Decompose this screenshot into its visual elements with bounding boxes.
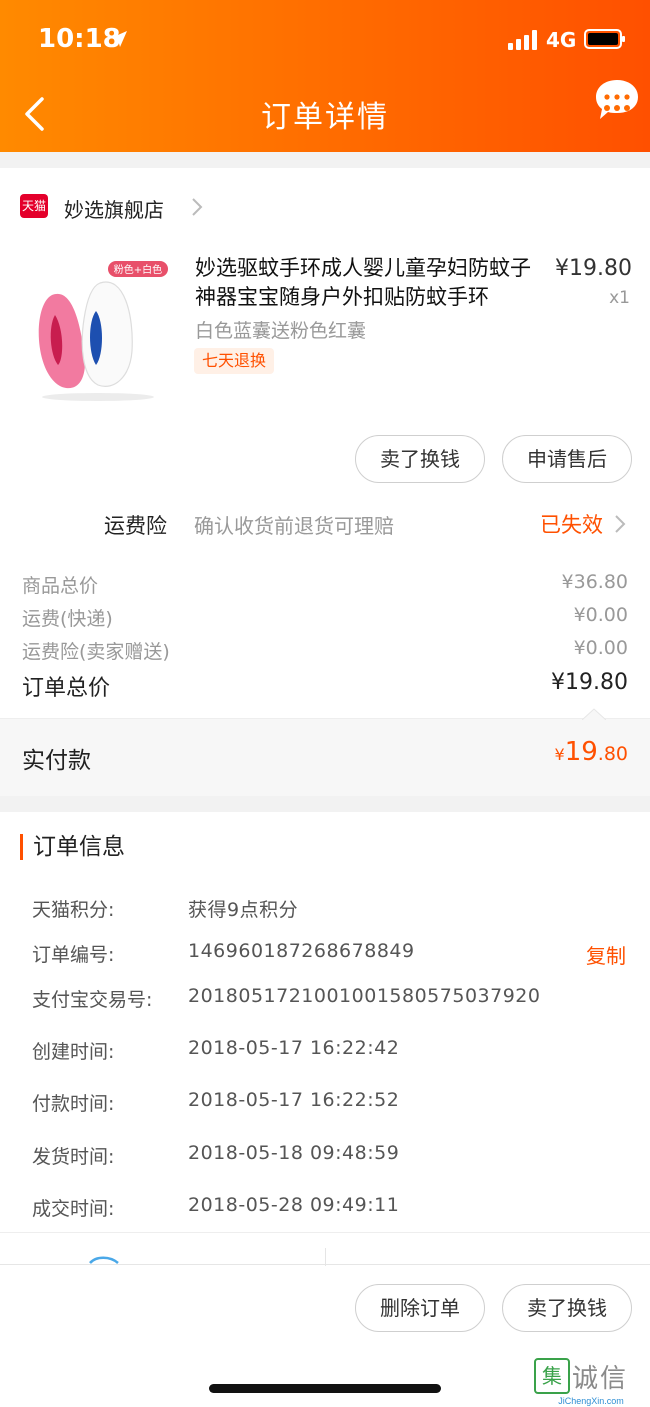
fee-value: ¥0.00 <box>573 604 628 626</box>
insurance-desc: 确认收货前退货可理赔 <box>194 514 394 538</box>
product-title[interactable]: 妙选驱蚊手环成人婴儿童孕妇防蚊子神器宝宝随身户外扣贴防蚊手环 <box>195 254 545 312</box>
section-gap <box>0 152 650 168</box>
battery-icon <box>584 29 625 49</box>
sell-for-cash-button[interactable]: 卖了换钱 <box>502 1284 632 1332</box>
tmall-badge-icon: 天猫 <box>20 194 48 218</box>
fee-value: ¥0.00 <box>573 637 628 659</box>
info-label: 创建时间: <box>32 1041 115 1063</box>
info-label: 天猫积分: <box>32 899 115 921</box>
sell-for-cash-button[interactable]: 卖了换钱 <box>355 435 485 483</box>
info-label: 支付宝交易号: <box>32 989 153 1011</box>
info-label: 付款时间: <box>32 1093 115 1115</box>
watermark-text: 诚信 <box>572 1364 629 1394</box>
info-value: 获得9点积分 <box>188 899 299 921</box>
alipay-trade-number: 2018051721001001580575037920 <box>188 985 541 1007</box>
divider <box>0 1264 650 1265</box>
actual-payment-box: 实付款 ¥19.80 <box>0 718 650 796</box>
product-spec: 白色蓝囊送粉色红囊 <box>195 320 367 342</box>
top-header: 10:18 4G 订单详情 <box>0 0 650 152</box>
image-tag-label: 粉色+白色 <box>114 263 162 276</box>
copy-order-number-link[interactable]: 复制 <box>586 940 626 969</box>
watermark: 集 诚信 JiChengXin.com <box>534 1358 648 1406</box>
divider <box>0 1232 650 1233</box>
store-row[interactable]: 天猫 妙选旗舰店 <box>0 168 650 246</box>
cellular-signal-icon <box>508 30 537 50</box>
fee-value: ¥36.80 <box>561 571 628 593</box>
order-number: 146960187268678849 <box>188 940 415 962</box>
info-label: 订单编号: <box>32 944 115 966</box>
return-policy-badge: 七天退换 <box>194 348 275 374</box>
fee-label: 运费险(卖家赠送) <box>22 641 170 663</box>
info-value: 2018-05-17 16:22:52 <box>188 1089 400 1111</box>
info-label: 成交时间: <box>32 1198 115 1220</box>
order-total-label: 订单总价 <box>22 676 111 701</box>
actual-payment-label: 实付款 <box>22 748 91 774</box>
store-name: 妙选旗舰店 <box>64 198 164 222</box>
product-image[interactable]: 粉色+白色 <box>22 255 172 405</box>
info-value: 2018-05-17 16:22:42 <box>188 1037 400 1059</box>
customer-service-icon[interactable] <box>88 1256 120 1264</box>
delete-order-button[interactable]: 删除订单 <box>355 1284 485 1332</box>
info-value: 2018-05-18 09:48:59 <box>188 1142 400 1164</box>
chevron-right-icon <box>615 515 626 533</box>
mosquito-bracelet-image: 粉色+白色 <box>22 255 172 405</box>
insurance-status: 已失效 <box>540 513 603 537</box>
insurance-label: 运费险 <box>104 514 167 538</box>
order-info-title: 订单信息 <box>20 834 125 860</box>
caret-up-icon <box>582 708 606 720</box>
network-type: 4G <box>546 28 577 52</box>
shipping-insurance-row[interactable]: 运费险 确认收货前退货可理赔 已失效 <box>0 500 650 546</box>
watermark-logo-icon: 集 <box>534 1358 570 1394</box>
watermark-subtext: JiChengXin.com <box>558 1396 624 1406</box>
location-arrow-icon <box>111 31 127 47</box>
home-indicator[interactable] <box>209 1384 441 1393</box>
chevron-right-icon <box>192 198 203 216</box>
section-gap <box>0 796 650 812</box>
status-time: 10:18 <box>38 24 121 54</box>
message-bubble-icon[interactable] <box>594 78 640 122</box>
product-quantity: x1 <box>609 288 630 308</box>
page-title: 订单详情 <box>261 100 389 135</box>
fee-label: 商品总价 <box>22 575 99 597</box>
info-value: 2018-05-28 09:49:11 <box>188 1194 400 1216</box>
order-total-value: ¥19.80 <box>551 670 628 695</box>
after-sale-button[interactable]: 申请售后 <box>502 435 632 483</box>
fee-label: 运费(快递) <box>22 608 113 630</box>
actual-payment-value: ¥19.80 <box>554 737 629 767</box>
product-price: ¥19.80 <box>555 256 632 281</box>
info-label: 发货时间: <box>32 1146 115 1168</box>
